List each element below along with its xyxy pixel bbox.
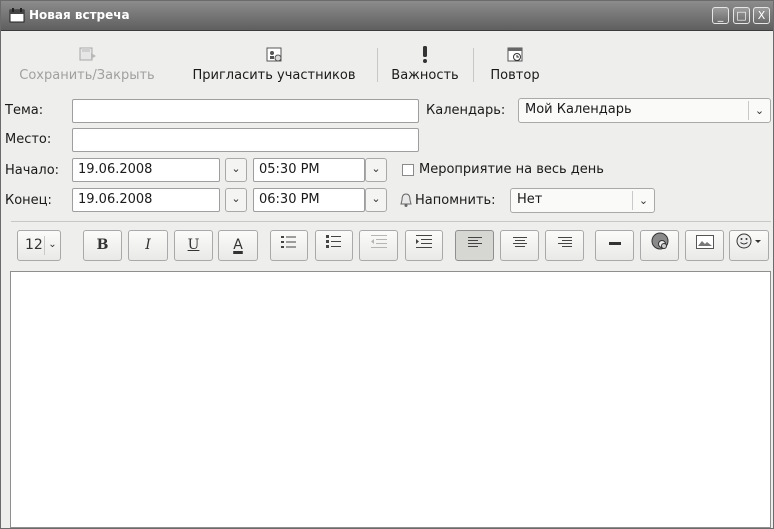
calendar-select-value: Мой Календарь (525, 102, 632, 117)
end-date-dropdown[interactable]: ⌄ (225, 188, 247, 212)
invite-attendees-icon (266, 47, 282, 62)
repeat-button[interactable]: Повтор (479, 32, 551, 90)
chevron-down-icon: ⌄ (632, 191, 654, 210)
exclamation-icon (423, 46, 427, 63)
underline-button[interactable]: U (174, 230, 213, 261)
smiley-icon (736, 233, 761, 249)
bulleted-list-icon (326, 235, 341, 248)
numbered-list-button[interactable] (270, 230, 308, 261)
description-editor[interactable] (10, 271, 771, 528)
recurrence-icon (507, 47, 523, 62)
bell-icon (400, 193, 412, 207)
end-time-dropdown[interactable]: ⌄ (365, 188, 387, 212)
start-label: Начало: (5, 163, 60, 178)
close-button[interactable]: X (753, 7, 770, 24)
end-date-input[interactable]: 19.06.2008 (72, 188, 220, 212)
importance-label: Важность (391, 68, 459, 83)
location-input[interactable] (72, 128, 419, 152)
subject-label: Тема: (5, 103, 44, 118)
start-time-input[interactable]: 05:30 PM (253, 158, 365, 182)
insert-link-button[interactable] (640, 230, 679, 261)
align-right-icon (557, 237, 572, 247)
importance-button[interactable]: Важность (383, 32, 467, 90)
allday-label: Мероприятие на весь день (419, 162, 604, 177)
font-color-icon: A (233, 237, 243, 253)
end-label: Конец: (5, 193, 52, 208)
start-date-dropdown[interactable]: ⌄ (225, 158, 247, 182)
chevron-down-icon: ⌄ (748, 101, 770, 120)
save-close-label: Сохранить/Закрыть (19, 68, 155, 83)
toolbar-separator (473, 48, 474, 82)
insert-smiley-button[interactable] (729, 230, 769, 261)
repeat-label: Повтор (490, 68, 540, 83)
font-color-button[interactable]: A (218, 230, 258, 261)
maximize-button[interactable]: □ (733, 7, 750, 24)
image-icon (695, 235, 714, 249)
bold-button[interactable]: B (83, 230, 122, 261)
calendar-icon (9, 8, 25, 23)
end-time-input[interactable]: 06:30 PM (253, 188, 365, 212)
main-toolbar: Сохранить/Закрыть Пригласить участников … (1, 32, 773, 90)
subject-input[interactable] (72, 99, 419, 123)
remind-label: Напомнить: (415, 193, 496, 208)
align-left-icon (467, 237, 482, 247)
horizontal-rule-icon (608, 242, 621, 245)
horizontal-rule-button[interactable] (595, 230, 634, 261)
toolbar-separator (377, 48, 378, 82)
align-right-button[interactable] (545, 230, 584, 261)
align-left-button[interactable] (455, 230, 494, 261)
chevron-down-icon: ⌄ (44, 236, 60, 255)
new-meeting-window: Новая встреча _ □ X Сохранить/Закрыть Пр… (0, 0, 774, 529)
indent-icon (416, 235, 432, 248)
title-bar[interactable]: Новая встреча _ □ X (1, 1, 773, 31)
location-label: Место: (5, 132, 52, 147)
save-close-button[interactable]: Сохранить/Закрыть (4, 32, 170, 90)
font-size-select[interactable]: 12 ⌄ (17, 230, 61, 261)
outdent-button[interactable] (359, 230, 398, 261)
invite-label: Пригласить участников (192, 68, 356, 83)
align-center-icon (512, 237, 527, 247)
start-time-dropdown[interactable]: ⌄ (365, 158, 387, 182)
calendar-label: Календарь: (426, 103, 506, 118)
format-toolbar: 12 ⌄ B I U A (11, 221, 771, 267)
italic-button[interactable]: I (128, 230, 168, 261)
remind-select-value: Нет (517, 192, 543, 207)
calendar-select[interactable]: Мой Календарь ⌄ (518, 98, 771, 123)
start-date-input[interactable]: 19.06.2008 (72, 158, 220, 182)
font-size-value: 12 (25, 237, 43, 253)
window-title: Новая встреча (29, 8, 130, 22)
minimize-button[interactable]: _ (712, 7, 729, 24)
bulleted-list-button[interactable] (315, 230, 353, 261)
invite-button[interactable]: Пригласить участников (179, 32, 369, 90)
save-icon (79, 47, 96, 61)
indent-button[interactable] (405, 230, 443, 261)
insert-image-button[interactable] (685, 230, 724, 261)
remind-select[interactable]: Нет ⌄ (510, 188, 655, 213)
numbered-list-icon (281, 236, 296, 248)
align-center-button[interactable] (500, 230, 539, 261)
link-icon (651, 232, 668, 250)
outdent-icon (370, 235, 387, 248)
allday-checkbox[interactable] (402, 164, 414, 176)
